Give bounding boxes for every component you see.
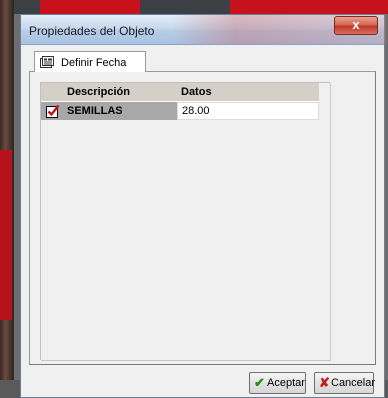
grid-header: Descripción Datos — [41, 83, 319, 102]
dialog-title: Propiedades del Objeto — [29, 24, 155, 38]
cancel-button[interactable]: ✘ Cancelar — [314, 372, 376, 394]
table-row[interactable]: SEMILLAS 28.00 — [41, 102, 319, 120]
grid-right-border — [330, 83, 331, 360]
column-header-descripcion[interactable]: Descripción — [67, 86, 130, 98]
grid-bottom-border — [41, 360, 331, 361]
title-bar[interactable]: Propiedades del Objeto x — [21, 15, 386, 45]
cancel-button-label: Cancelar — [331, 377, 376, 389]
dialog-body: Definir Fecha Descripción Datos SEMILLAS… — [26, 48, 379, 394]
properties-grid: Descripción Datos SEMILLAS 28.00 — [40, 82, 331, 361]
tab-label: Definir Fecha — [61, 57, 127, 69]
close-icon: x — [352, 17, 360, 32]
check-icon: ✔ — [254, 375, 265, 390]
row-description: SEMILLAS — [67, 105, 123, 117]
properties-dialog: Propiedades del Objeto x Definir Fecha D… — [20, 14, 386, 398]
background-red-block — [230, 0, 388, 14]
background-red-block — [40, 0, 140, 14]
x-icon: ✘ — [319, 375, 330, 390]
accept-button-label: Aceptar — [267, 377, 305, 389]
row-value-field[interactable]: 28.00 — [177, 102, 319, 120]
close-button[interactable]: x — [334, 16, 378, 35]
accept-button[interactable]: ✔ Aceptar — [249, 372, 306, 394]
form-icon — [40, 56, 54, 68]
tab-definir-fecha[interactable]: Definir Fecha — [34, 51, 146, 72]
tab-panel: Descripción Datos SEMILLAS 28.00 — [29, 71, 376, 365]
column-header-datos[interactable]: Datos — [181, 86, 212, 98]
row-value: 28.00 — [182, 105, 210, 117]
checkbox-checked-icon[interactable] — [46, 104, 60, 118]
background-left-red-block — [0, 150, 12, 320]
